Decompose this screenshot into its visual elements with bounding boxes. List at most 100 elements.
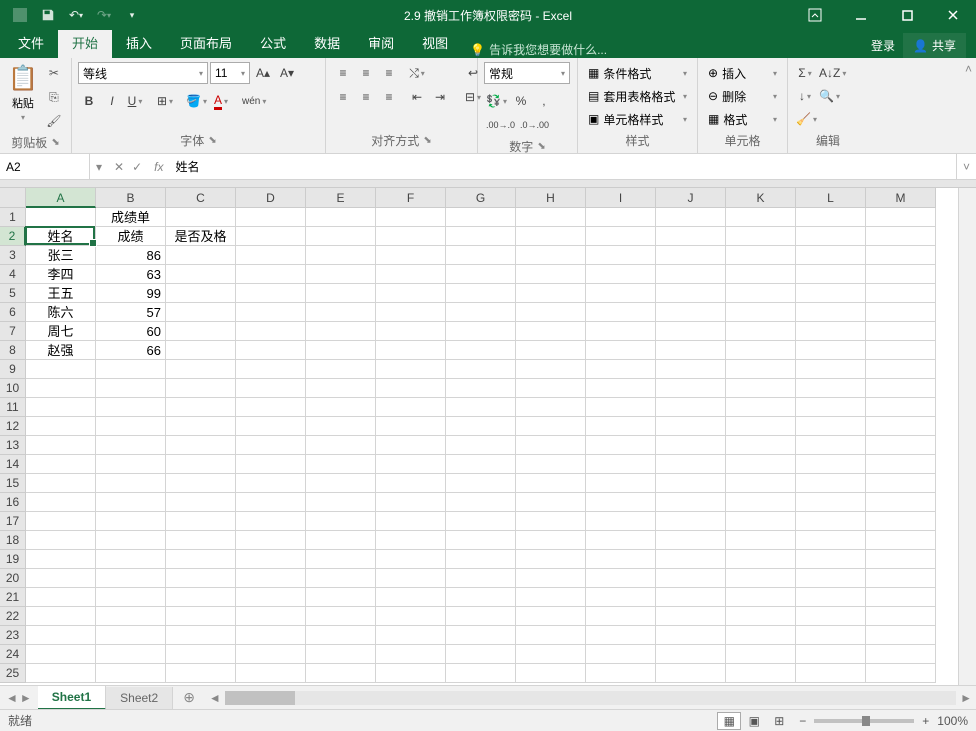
cell-J2[interactable] (656, 227, 726, 246)
expand-formula-button[interactable]: ˅ (956, 154, 976, 179)
cell-M6[interactable] (866, 303, 936, 322)
tab-insert[interactable]: 插入 (112, 27, 166, 58)
cell-B2[interactable]: 成绩 (96, 227, 166, 246)
cell-A20[interactable] (26, 569, 96, 588)
cell-E5[interactable] (306, 284, 376, 303)
sheet-nav-next[interactable]: ► (20, 691, 32, 705)
cell-M7[interactable] (866, 322, 936, 341)
cell-F25[interactable] (376, 664, 446, 683)
cell-D10[interactable] (236, 379, 306, 398)
cell-A3[interactable]: 张三 (26, 246, 96, 265)
font-color-button[interactable]: A (210, 90, 232, 112)
copy-button[interactable]: ⎘ (42, 86, 66, 108)
cell-M4[interactable] (866, 265, 936, 284)
cell-K12[interactable] (726, 417, 796, 436)
cell-I11[interactable] (586, 398, 656, 417)
cell-M19[interactable] (866, 550, 936, 569)
row-header-8[interactable]: 8 (0, 341, 26, 360)
cell-C19[interactable] (166, 550, 236, 569)
cell-K21[interactable] (726, 588, 796, 607)
save-button[interactable] (36, 3, 60, 27)
cell-A2[interactable]: 姓名 (26, 227, 96, 246)
cell-E22[interactable] (306, 607, 376, 626)
zoom-level[interactable]: 100% (937, 714, 968, 728)
font-size-combo[interactable]: 11▾ (210, 62, 250, 84)
decrease-indent-button[interactable]: ⇤ (406, 86, 428, 108)
cell-E1[interactable] (306, 208, 376, 227)
cell-F14[interactable] (376, 455, 446, 474)
cell-E4[interactable] (306, 265, 376, 284)
cell-A12[interactable] (26, 417, 96, 436)
cell-I3[interactable] (586, 246, 656, 265)
cell-A19[interactable] (26, 550, 96, 569)
row-header-11[interactable]: 11 (0, 398, 26, 417)
cell-F24[interactable] (376, 645, 446, 664)
cell-M16[interactable] (866, 493, 936, 512)
format-as-table-button[interactable]: ▤套用表格格式 (584, 85, 691, 107)
cell-J25[interactable] (656, 664, 726, 683)
row-header-7[interactable]: 7 (0, 322, 26, 341)
row-header-20[interactable]: 20 (0, 569, 26, 588)
cell-G9[interactable] (446, 360, 516, 379)
cell-I14[interactable] (586, 455, 656, 474)
cell-L16[interactable] (796, 493, 866, 512)
qat-customize[interactable]: ▾ (120, 3, 144, 27)
col-header-G[interactable]: G (446, 188, 516, 208)
cell-F6[interactable] (376, 303, 446, 322)
row-header-12[interactable]: 12 (0, 417, 26, 436)
phonetic-button[interactable]: wén (240, 90, 268, 112)
cell-F19[interactable] (376, 550, 446, 569)
cell-L12[interactable] (796, 417, 866, 436)
conditional-format-button[interactable]: ▦条件格式 (584, 62, 691, 84)
cell-K4[interactable] (726, 265, 796, 284)
bold-button[interactable]: B (78, 90, 100, 112)
row-header-3[interactable]: 3 (0, 246, 26, 265)
cell-A15[interactable] (26, 474, 96, 493)
cell-A4[interactable]: 李四 (26, 265, 96, 284)
number-format-combo[interactable]: 常规▾ (484, 62, 570, 84)
cell-I6[interactable] (586, 303, 656, 322)
cell-K1[interactable] (726, 208, 796, 227)
col-header-J[interactable]: J (656, 188, 726, 208)
cell-M14[interactable] (866, 455, 936, 474)
tab-formulas[interactable]: 公式 (246, 27, 300, 58)
cell-A24[interactable] (26, 645, 96, 664)
cell-F16[interactable] (376, 493, 446, 512)
cell-L20[interactable] (796, 569, 866, 588)
cell-K7[interactable] (726, 322, 796, 341)
cell-G2[interactable] (446, 227, 516, 246)
cell-H3[interactable] (516, 246, 586, 265)
cell-L11[interactable] (796, 398, 866, 417)
cell-L25[interactable] (796, 664, 866, 683)
cell-B1[interactable]: 成绩单 (96, 208, 166, 227)
cell-H4[interactable] (516, 265, 586, 284)
cell-K16[interactable] (726, 493, 796, 512)
cell-C2[interactable]: 是否及格 (166, 227, 236, 246)
cell-B23[interactable] (96, 626, 166, 645)
font-name-combo[interactable]: 等线▾ (78, 62, 208, 84)
tab-data[interactable]: 数据 (300, 27, 354, 58)
cell-J10[interactable] (656, 379, 726, 398)
cell-D12[interactable] (236, 417, 306, 436)
zoom-in-button[interactable]: + (922, 714, 929, 728)
col-header-E[interactable]: E (306, 188, 376, 208)
cell-L9[interactable] (796, 360, 866, 379)
col-header-M[interactable]: M (866, 188, 936, 208)
underline-button[interactable]: U (124, 90, 146, 112)
cell-B13[interactable] (96, 436, 166, 455)
cell-E9[interactable] (306, 360, 376, 379)
cell-D7[interactable] (236, 322, 306, 341)
cell-G21[interactable] (446, 588, 516, 607)
cell-K6[interactable] (726, 303, 796, 322)
cell-G10[interactable] (446, 379, 516, 398)
select-all-corner[interactable] (0, 188, 26, 208)
cell-F23[interactable] (376, 626, 446, 645)
cell-A5[interactable]: 王五 (26, 284, 96, 303)
cell-M1[interactable] (866, 208, 936, 227)
cell-I20[interactable] (586, 569, 656, 588)
align-right-button[interactable]: ≡ (378, 86, 400, 108)
cell-M5[interactable] (866, 284, 936, 303)
cell-J9[interactable] (656, 360, 726, 379)
cell-G12[interactable] (446, 417, 516, 436)
cell-C4[interactable] (166, 265, 236, 284)
